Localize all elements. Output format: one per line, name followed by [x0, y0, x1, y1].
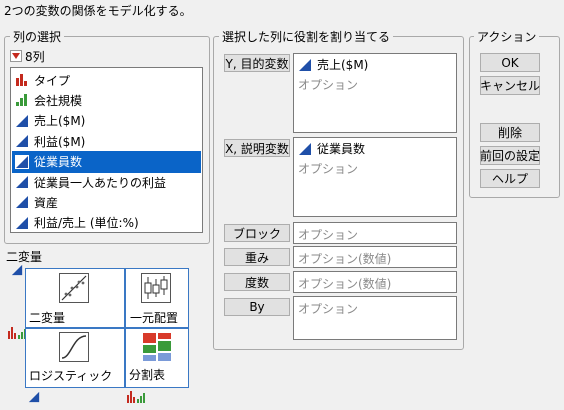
weight-role-button[interactable]: 重み — [224, 248, 290, 266]
mosaic-plot-icon — [143, 333, 171, 361]
column-list-item[interactable]: 資産 — [12, 191, 201, 213]
boxplot-icon — [141, 273, 171, 303]
bivariate-cell[interactable]: 二変量 — [25, 268, 125, 328]
column-select-title: 列の選択 — [10, 28, 65, 45]
continuous-triangle-icon — [16, 114, 28, 127]
y-role-button[interactable]: Y, 目的変数 — [224, 54, 290, 72]
by-role-placeholder: オプション — [298, 302, 359, 316]
recall-button[interactable]: 前回の設定 — [480, 146, 540, 165]
remove-button[interactable]: 削除 — [480, 123, 540, 142]
freq-role-field[interactable]: オプション(数値) — [293, 271, 457, 293]
freq-role-placeholder: オプション(数値) — [298, 277, 392, 291]
column-list-item-label: 従業員数 — [34, 155, 83, 170]
continuous-triangle-icon — [299, 142, 311, 155]
logistic-curve-icon — [59, 332, 89, 362]
ordinal-bar-icon — [16, 94, 27, 107]
column-list-item[interactable]: 従業員数 — [12, 150, 201, 173]
weight-role-placeholder: オプション(数値) — [298, 252, 392, 266]
column-list-item-label: 売上($M) — [34, 114, 86, 129]
column-list[interactable]: タイプ会社規模売上($M) 利益($M) 従業員数従業員一人あたりの利益 資産利益/売… — [10, 67, 203, 233]
nominal-ordinal-icon — [8, 327, 26, 339]
oneway-cell[interactable]: 一元配置 — [125, 268, 189, 328]
continuous-triangle-icon — [15, 154, 29, 169]
block-role-placeholder: オプション — [298, 228, 359, 242]
column-list-item-label: 利益($M) — [34, 134, 86, 149]
column-count-toggle[interactable]: 8列 — [10, 48, 45, 64]
logistic-label: ロジスティック — [29, 369, 113, 383]
nominal-bar-icon — [16, 74, 27, 86]
oneway-label: 一元配置 — [130, 311, 179, 325]
platform-description: 2つの変数の関係をモデル化する。 — [4, 4, 192, 18]
continuous-triangle-icon — [16, 176, 28, 188]
column-list-item[interactable]: 利益/売上 (単位:%) — [12, 212, 201, 234]
bivariate-section-title: 二変量 — [6, 250, 43, 264]
by-role-button[interactable]: By — [224, 298, 290, 316]
column-list-item[interactable]: 従業員一人あたりの利益 — [12, 171, 201, 193]
column-list-item[interactable]: 売上($M) — [12, 110, 201, 132]
freq-role-button[interactable]: 度数 — [224, 273, 290, 291]
help-button[interactable]: ヘルプ — [480, 169, 540, 188]
column-list-item[interactable]: 会社規模 — [12, 89, 201, 111]
continuous-triangle-icon — [28, 391, 40, 403]
block-role-field[interactable]: オプション — [293, 222, 457, 244]
column-list-item[interactable]: タイプ — [12, 69, 201, 91]
by-role-field[interactable]: オプション — [293, 296, 457, 340]
x-role-item[interactable]: 従業員数 — [298, 140, 365, 157]
column-list-item[interactable]: 利益($M) — [12, 130, 201, 152]
y-role-field[interactable]: 売上($M) オプション — [293, 53, 457, 133]
bivariate-label: 二変量 — [29, 311, 66, 325]
y-role-item[interactable]: 売上($M) — [298, 56, 368, 73]
y-role-value: 売上($M) — [317, 58, 369, 72]
contingency-cell[interactable]: 分割表 — [125, 328, 189, 388]
x-role-field[interactable]: 従業員数 オプション — [293, 137, 457, 217]
column-count-label: 8列 — [25, 49, 45, 64]
contingency-label: 分割表 — [129, 368, 166, 382]
continuous-triangle-icon — [16, 216, 28, 229]
continuous-triangle-icon — [299, 58, 311, 71]
continuous-triangle-icon — [16, 196, 28, 209]
x-role-placeholder: オプション — [298, 162, 359, 176]
disclosure-triangle-icon — [10, 50, 22, 62]
nominal-ordinal-icon — [127, 391, 145, 403]
y-role-placeholder: オプション — [298, 78, 359, 92]
column-list-item-label: 利益/売上 (単位:%) — [34, 216, 139, 231]
continuous-triangle-icon — [16, 135, 28, 148]
actions-title: アクション — [474, 28, 540, 45]
block-role-button[interactable]: ブロック — [224, 224, 290, 242]
column-list-item-label: 資産 — [34, 195, 59, 210]
scatterplot-icon — [59, 273, 89, 303]
x-role-button[interactable]: X, 説明変数 — [224, 139, 290, 157]
x-role-value: 従業員数 — [317, 142, 366, 156]
ok-button[interactable]: OK — [480, 53, 540, 72]
column-list-item-label: 従業員一人あたりの利益 — [34, 175, 167, 190]
column-list-item-label: 会社規模 — [34, 93, 83, 108]
weight-role-field[interactable]: オプション(数値) — [293, 246, 457, 268]
cancel-button[interactable]: キャンセル — [480, 76, 540, 95]
column-list-item-label: タイプ — [34, 73, 71, 88]
continuous-triangle-icon — [11, 264, 23, 276]
logistic-cell[interactable]: ロジスティック — [25, 328, 125, 388]
roles-title: 選択した列に役割を割り当てる — [219, 28, 394, 45]
